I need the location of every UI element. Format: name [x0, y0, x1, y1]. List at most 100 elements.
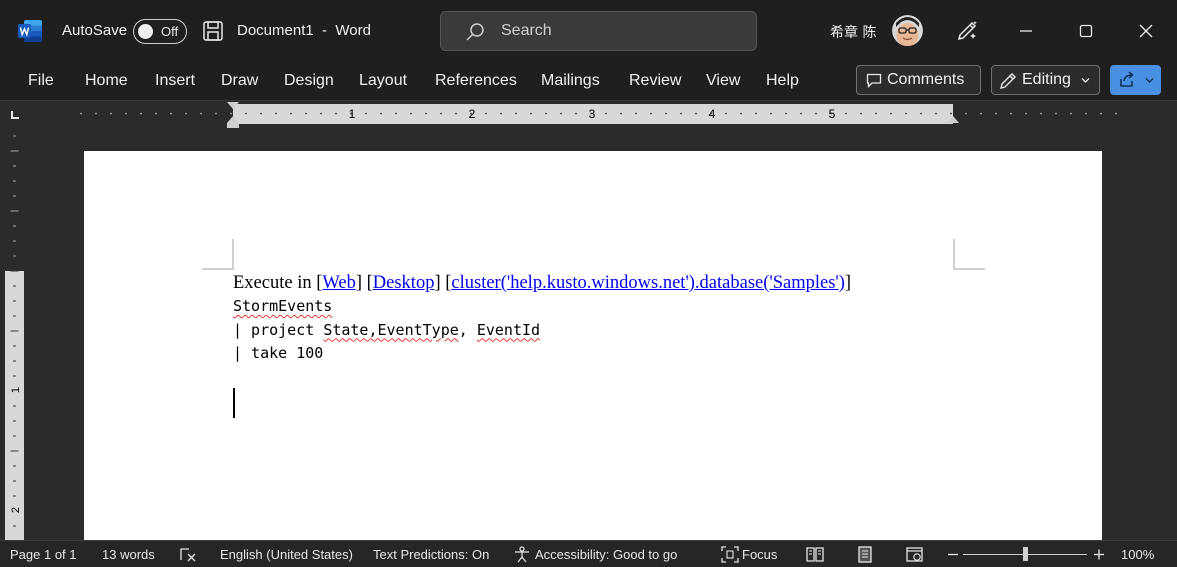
ruler-tick [185, 112, 187, 115]
ruler-tick [320, 112, 322, 115]
ruler-tick [395, 112, 397, 115]
document-title: Document1 - Word [237, 22, 371, 39]
horizontal-ruler[interactable]: 1 2 3 4 5 [31, 101, 1177, 129]
tab-view[interactable]: View [706, 72, 740, 90]
ruler-tick [695, 112, 697, 115]
text-run: ] [ [434, 273, 452, 293]
ruler-tick [230, 112, 232, 115]
editing-mode-button[interactable]: Editing [991, 65, 1100, 95]
comments-button[interactable]: Comments [856, 65, 981, 95]
maximize-icon[interactable] [1073, 18, 1099, 44]
search-input[interactable] [501, 20, 741, 42]
desktop-link[interactable]: Desktop [373, 273, 435, 293]
ruler-tick [980, 112, 982, 115]
ruler-tick [410, 112, 412, 115]
save-icon[interactable] [202, 20, 224, 42]
accessibility-icon[interactable] [513, 546, 531, 563]
tab-review[interactable]: Review [629, 72, 681, 90]
ruler-number: 5 [829, 107, 836, 121]
document-page[interactable]: Execute in [Web] [Desktop] [cluster('hel… [84, 151, 1102, 540]
ruler-tick [80, 112, 82, 115]
ruler-tick [485, 112, 487, 115]
ruler-tick [920, 112, 922, 115]
tab-draw[interactable]: Draw [221, 72, 258, 90]
web-layout-icon[interactable] [906, 546, 924, 563]
ruler-tick [890, 112, 892, 115]
autosave-toggle[interactable]: Off [133, 19, 187, 44]
page-count[interactable]: Page 1 of 1 [10, 547, 77, 562]
ruler-tick [530, 112, 532, 115]
ruler-tick [845, 112, 847, 115]
text-run: ] [844, 273, 852, 293]
tab-design[interactable]: Design [284, 72, 334, 90]
text-run: Execute in [ [233, 273, 323, 293]
tab-file[interactable]: File [28, 72, 54, 90]
minimize-icon[interactable] [1013, 18, 1039, 44]
zoom-slider-thumb[interactable] [1023, 547, 1028, 561]
avatar[interactable] [892, 15, 923, 46]
code-line: StormEvents [233, 295, 851, 319]
share-button[interactable] [1110, 65, 1161, 95]
execute-line: Execute in [Web] [Desktop] [cluster('hel… [233, 271, 851, 295]
ruler-tick [560, 112, 562, 115]
misspelled-word[interactable]: StormEvents [233, 297, 332, 315]
word-logo-icon [18, 20, 42, 42]
ruler-tick [770, 112, 772, 115]
ruler-tick [965, 112, 967, 115]
text-run: ] [ [355, 273, 373, 293]
designer-pen-icon[interactable] [955, 19, 979, 43]
ruler-number: 4 [709, 107, 716, 121]
ruler-number: 1 [349, 107, 356, 121]
ruler-tick [650, 112, 652, 115]
tab-home[interactable]: Home [85, 72, 128, 90]
ruler-tick [950, 112, 952, 115]
language-status[interactable]: English (United States) [220, 547, 353, 562]
vertical-ruler[interactable]: 1 2 [0, 128, 31, 540]
ruler-tick [500, 112, 502, 115]
ruler-tick [665, 112, 667, 115]
editing-label: Editing [1022, 71, 1071, 88]
tab-help[interactable]: Help [766, 72, 799, 90]
misspelled-word[interactable]: EventId [477, 321, 540, 339]
ruler-tick [110, 112, 112, 115]
comments-label: Comments [887, 71, 965, 88]
text-run: , [458, 320, 477, 339]
focus-icon[interactable] [721, 546, 739, 563]
zoom-in-icon[interactable] [1090, 546, 1108, 563]
user-name[interactable]: 希章 陈 [830, 22, 876, 42]
ruler-tick [1100, 112, 1102, 115]
toggle-knob [138, 23, 153, 39]
autosave-label: AutoSave [62, 22, 128, 39]
web-link[interactable]: Web [322, 273, 355, 293]
text-run: | project [233, 320, 324, 339]
ruler-tick [215, 112, 217, 115]
ruler-tick [545, 112, 547, 115]
proofing-icon[interactable] [179, 546, 197, 563]
tab-layout[interactable]: Layout [359, 72, 407, 90]
ruler-tick [815, 112, 817, 115]
misspelled-word[interactable]: State,EventType [323, 321, 458, 339]
tab-stop-selector-icon[interactable] [9, 109, 21, 121]
zoom-level[interactable]: 100% [1121, 547, 1154, 562]
text-predictions-status[interactable]: Text Predictions: On [373, 547, 489, 562]
ruler-number: 2 [10, 507, 22, 513]
ruler-tick [260, 112, 262, 115]
search-box[interactable] [440, 11, 757, 51]
word-count[interactable]: 13 words [102, 547, 155, 562]
ruler-tick [455, 112, 457, 115]
focus-label[interactable]: Focus [742, 547, 777, 562]
tab-mailings[interactable]: Mailings [541, 72, 600, 90]
print-layout-icon[interactable] [856, 546, 874, 563]
accessibility-status[interactable]: Accessibility: Good to go [535, 547, 677, 562]
cluster-link[interactable]: cluster('help.kusto.windows.net').databa… [451, 273, 845, 293]
tab-references[interactable]: References [435, 72, 517, 90]
document-body[interactable]: Execute in [Web] [Desktop] [cluster('hel… [233, 271, 851, 366]
zoom-out-icon[interactable] [944, 546, 962, 563]
close-icon[interactable] [1133, 18, 1159, 44]
ruler-tick [605, 112, 607, 115]
read-mode-icon[interactable] [806, 546, 824, 563]
ruler-tick [995, 112, 997, 115]
ruler-tick [515, 112, 517, 115]
status-bar: Page 1 of 1 13 words English (United Sta… [0, 540, 1177, 567]
tab-insert[interactable]: Insert [155, 72, 195, 90]
